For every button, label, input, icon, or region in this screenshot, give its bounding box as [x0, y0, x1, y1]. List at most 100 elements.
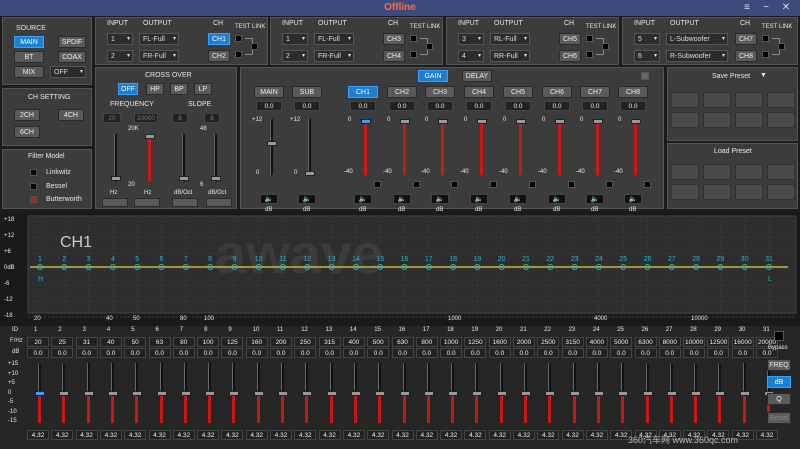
- speaker-mute-icon[interactable]: 🔈: [586, 194, 604, 204]
- band-freq-value[interactable]: 8000: [658, 337, 681, 347]
- band-q-value[interactable]: 4.32: [488, 430, 511, 440]
- speaker-mute-icon[interactable]: 🔈: [354, 194, 372, 204]
- phase-checkbox[interactable]: [644, 181, 651, 188]
- band-db-value[interactable]: 0.0: [342, 348, 365, 358]
- band-q-value[interactable]: 4.32: [172, 430, 195, 440]
- phase-checkbox[interactable]: [606, 181, 613, 188]
- xover-bp-button[interactable]: BP: [170, 83, 188, 95]
- link-checkbox[interactable]: [251, 43, 258, 50]
- band-db-value[interactable]: 0.0: [294, 348, 317, 358]
- ch4-button[interactable]: 4CH: [58, 109, 84, 121]
- band-db-value[interactable]: 0.0: [415, 348, 438, 358]
- band-freq-value[interactable]: 630: [391, 337, 414, 347]
- slope-low-slider[interactable]: [179, 134, 189, 182]
- load-preset-slot[interactable]: [703, 184, 731, 200]
- channel-button-ch7[interactable]: CH7: [735, 33, 757, 45]
- gain-value[interactable]: 0.0: [620, 101, 646, 111]
- xover-ctrl-1[interactable]: [102, 198, 128, 207]
- output-select-1[interactable]: FL-Full: [314, 33, 354, 45]
- band-q-value[interactable]: 4.32: [367, 430, 390, 440]
- slope-high-slider[interactable]: [211, 134, 221, 182]
- eq-db-button[interactable]: dB: [767, 376, 791, 388]
- link-checkbox[interactable]: [426, 43, 433, 50]
- input-select-1[interactable]: 1: [282, 33, 308, 45]
- save-preset-slot[interactable]: [703, 92, 731, 108]
- speaker-mute-icon[interactable]: 🔈: [548, 194, 566, 204]
- input-select-2[interactable]: 2: [282, 50, 308, 62]
- band-q-value[interactable]: 4.32: [148, 430, 171, 440]
- save-preset-slot[interactable]: [671, 92, 699, 108]
- gain-value[interactable]: 0.0: [256, 101, 282, 111]
- band-q-value[interactable]: 4.32: [245, 430, 268, 440]
- test-checkbox-1[interactable]: [762, 35, 769, 42]
- gain-channel-ch4[interactable]: CH4: [464, 86, 494, 98]
- band-db-value[interactable]: 0.0: [634, 348, 657, 358]
- band-freq-value[interactable]: 50: [124, 337, 147, 347]
- output-select-1[interactable]: L-Subwoofer: [666, 33, 728, 45]
- band-gain-slider[interactable]: [132, 363, 143, 423]
- input-select-2[interactable]: 4: [458, 50, 484, 62]
- ch2-button[interactable]: 2CH: [14, 109, 40, 121]
- band-gain-slider[interactable]: [59, 363, 70, 423]
- band-gain-slider[interactable]: [618, 363, 629, 423]
- band-freq-value[interactable]: 20: [27, 337, 49, 347]
- band-gain-slider[interactable]: [666, 363, 677, 423]
- band-q-value[interactable]: 4.32: [294, 430, 317, 440]
- test-checkbox-1[interactable]: [235, 35, 242, 42]
- band-db-value[interactable]: 0.0: [245, 348, 268, 358]
- input-select-1[interactable]: 1: [107, 33, 133, 45]
- load-preset-slot[interactable]: [735, 184, 763, 200]
- band-freq-value[interactable]: 40: [99, 337, 122, 347]
- band-gain-slider[interactable]: [691, 363, 702, 423]
- band-gain-slider[interactable]: [545, 363, 556, 423]
- save-preset-slot[interactable]: [767, 92, 795, 108]
- band-q-value[interactable]: 4.32: [561, 430, 584, 440]
- phase-checkbox[interactable]: [490, 181, 497, 188]
- output-select-2[interactable]: FR-Full: [314, 50, 354, 62]
- gain-tab[interactable]: GAIN: [418, 70, 448, 82]
- test-checkbox-2[interactable]: [410, 51, 417, 58]
- xover-ctrl-4[interactable]: [206, 198, 232, 207]
- save-preset-slot[interactable]: [735, 112, 763, 128]
- band-freq-value[interactable]: 5000: [610, 337, 633, 347]
- band-db-value[interactable]: 0.0: [561, 348, 584, 358]
- band-gain-slider[interactable]: [739, 363, 750, 423]
- band-q-value[interactable]: 4.32: [585, 430, 608, 440]
- band-freq-value[interactable]: 200: [270, 337, 292, 347]
- gain-value[interactable]: 0.0: [505, 101, 531, 111]
- channel-button-ch3[interactable]: CH3: [383, 33, 405, 45]
- band-q-value[interactable]: 4.32: [197, 430, 220, 440]
- band-q-value[interactable]: 4.32: [75, 430, 98, 440]
- phase-checkbox[interactable]: [374, 181, 381, 188]
- band-q-value[interactable]: 4.32: [99, 430, 122, 440]
- gain-slider[interactable]: [477, 119, 487, 175]
- phase-checkbox[interactable]: [413, 181, 420, 188]
- freq-high-value[interactable]: 20000: [134, 113, 158, 123]
- band-q-value[interactable]: 4.32: [221, 430, 244, 440]
- gain-channel-sub[interactable]: SUB: [292, 86, 322, 98]
- eq-q-button[interactable]: Q: [767, 393, 791, 405]
- band-gain-slider[interactable]: [715, 363, 726, 423]
- speaker-mute-icon[interactable]: 🔈: [470, 194, 488, 204]
- speaker-mute-icon[interactable]: 🔈: [431, 194, 449, 204]
- save-preset-slot[interactable]: [671, 112, 699, 128]
- gain-value[interactable]: 0.0: [427, 101, 453, 111]
- save-preset-dropdown-icon[interactable]: ▼: [760, 72, 767, 79]
- band-freq-value[interactable]: 63: [148, 337, 171, 347]
- speaker-mute-icon[interactable]: 🔈: [260, 194, 278, 204]
- band-gain-slider[interactable]: [326, 363, 337, 423]
- input-select-2[interactable]: 6: [634, 50, 660, 62]
- slope-high-value[interactable]: 6: [204, 113, 220, 123]
- source-coax-button[interactable]: COAX: [58, 51, 86, 63]
- band-gain-slider[interactable]: [229, 363, 240, 423]
- band-db-value[interactable]: 0.0: [148, 348, 171, 358]
- save-preset-slot[interactable]: [767, 112, 795, 128]
- band-gain-slider[interactable]: [496, 363, 507, 423]
- speaker-mute-icon[interactable]: 🔈: [298, 194, 316, 204]
- band-db-value[interactable]: 0.0: [99, 348, 122, 358]
- xover-ctrl-3[interactable]: [172, 198, 198, 207]
- gain-slider[interactable]: [305, 119, 315, 176]
- source-spdif-button[interactable]: SPDIF: [58, 36, 86, 48]
- band-db-value[interactable]: 0.0: [270, 348, 292, 358]
- freq-low-value[interactable]: 20: [103, 113, 121, 123]
